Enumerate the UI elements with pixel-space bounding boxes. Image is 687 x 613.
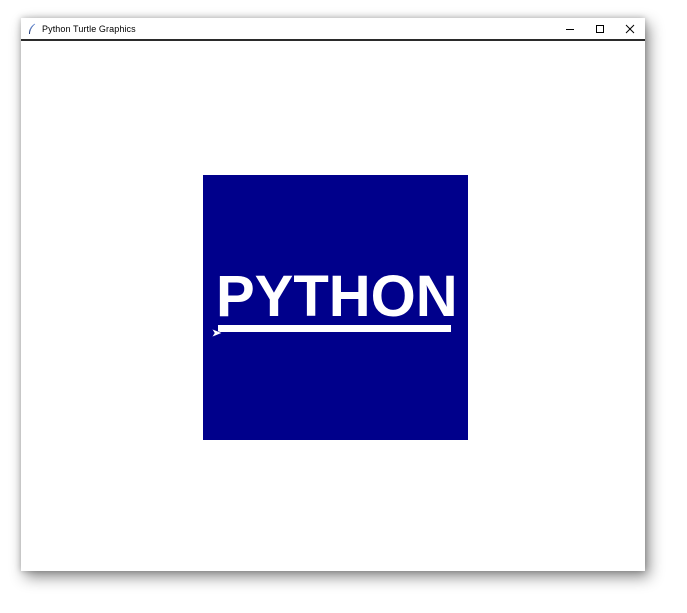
close-icon — [625, 24, 635, 33]
window-title: Python Turtle Graphics — [42, 23, 136, 34]
blue-square: PYTHON — [203, 175, 468, 440]
turtle-window: Python Turtle Graphics PYTHON — [21, 18, 645, 571]
underline-bar — [218, 325, 451, 332]
maximize-button[interactable] — [585, 18, 615, 39]
python-text: PYTHON — [216, 264, 458, 329]
title-bar[interactable]: Python Turtle Graphics — [21, 18, 645, 41]
turtle-canvas[interactable]: PYTHON — [21, 41, 645, 571]
feather-icon — [24, 21, 40, 37]
minimize-button[interactable] — [555, 18, 585, 39]
maximize-icon — [596, 24, 604, 33]
close-button[interactable] — [615, 18, 645, 39]
turtle-arrow-icon — [211, 328, 223, 338]
window-controls — [555, 18, 645, 39]
minimize-icon — [566, 28, 574, 30]
